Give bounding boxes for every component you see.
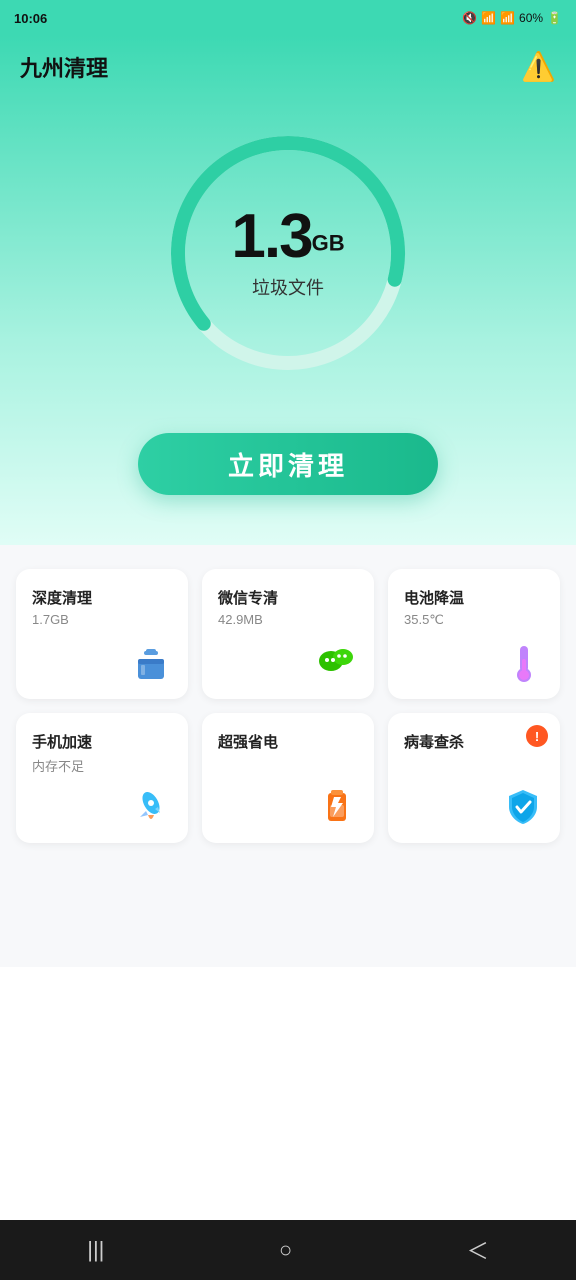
- card-deep-clean-value: 1.7GB: [32, 612, 172, 627]
- card-wechat-value: 42.9MB: [218, 612, 358, 627]
- gauge-unit: GB: [312, 231, 345, 256]
- gauge-label: 垃圾文件: [231, 274, 344, 300]
- warning-icon[interactable]: ⚠️: [521, 50, 556, 83]
- status-time: 10:06: [14, 11, 47, 26]
- thermometer-icon: [502, 641, 544, 683]
- hero-section: 九州清理 ⚠️ 1.3GB 垃圾文件 立即清理: [0, 36, 576, 545]
- signal-icon: 📶: [500, 11, 515, 25]
- card-deep-clean-title: 深度清理: [32, 587, 172, 608]
- card-battery-cool-title: 电池降温: [404, 587, 544, 608]
- rocket-icon: [130, 785, 172, 827]
- nav-home-button[interactable]: ○: [251, 1229, 320, 1271]
- nav-bar: ||| ○ ＜: [0, 1220, 576, 1280]
- gauge-center: 1.3GB 垃圾文件: [231, 206, 344, 300]
- cards-grid: 深度清理 1.7GB 微信专清 42.9MB: [16, 569, 560, 843]
- card-virus-kill[interactable]: ! 病毒查杀: [388, 713, 560, 843]
- card-power-save[interactable]: 超强省电: [202, 713, 374, 843]
- clean-button[interactable]: 立即清理: [138, 433, 438, 495]
- card-battery-cool[interactable]: 电池降温 35.5℃: [388, 569, 560, 699]
- nav-back-button[interactable]: ＜: [439, 1226, 517, 1274]
- app-header: 九州清理 ⚠️: [0, 36, 576, 93]
- card-power-save-title: 超强省电: [218, 731, 358, 752]
- power-save-icon: [316, 785, 358, 827]
- app-title: 九州清理: [20, 51, 108, 83]
- card-wechat-clean[interactable]: 微信专清 42.9MB: [202, 569, 374, 699]
- nav-recent-button[interactable]: |||: [59, 1229, 132, 1271]
- gauge-display: 1.3GB: [231, 206, 344, 268]
- status-bar: 10:06 🔇 📶 📶 60% 🔋: [0, 0, 576, 36]
- bucket-icon: [130, 641, 172, 683]
- cards-section: 深度清理 1.7GB 微信专清 42.9MB: [0, 545, 576, 867]
- card-phone-boost-value: 内存不足: [32, 756, 172, 775]
- wechat-icon: [316, 641, 358, 683]
- gauge-container: 1.3GB 垃圾文件: [158, 123, 418, 383]
- gauge-value: 1.3: [231, 202, 311, 271]
- battery-status: 60%: [519, 11, 543, 25]
- wifi-icon: 📶: [481, 11, 496, 25]
- card-phone-boost-title: 手机加速: [32, 731, 172, 752]
- card-wechat-title: 微信专清: [218, 587, 358, 608]
- shield-check-icon: [502, 785, 544, 827]
- status-icons: 🔇 📶 📶 60% 🔋: [462, 11, 562, 25]
- card-virus-kill-title: 病毒查杀: [404, 731, 544, 752]
- mute-icon: 🔇: [462, 11, 477, 25]
- card-battery-cool-value: 35.5℃: [404, 612, 544, 628]
- card-deep-clean[interactable]: 深度清理 1.7GB: [16, 569, 188, 699]
- card-virus-badge: !: [526, 725, 548, 747]
- card-phone-boost[interactable]: 手机加速 内存不足: [16, 713, 188, 843]
- bottom-spacer: [0, 867, 576, 967]
- battery-icon: 🔋: [547, 11, 562, 25]
